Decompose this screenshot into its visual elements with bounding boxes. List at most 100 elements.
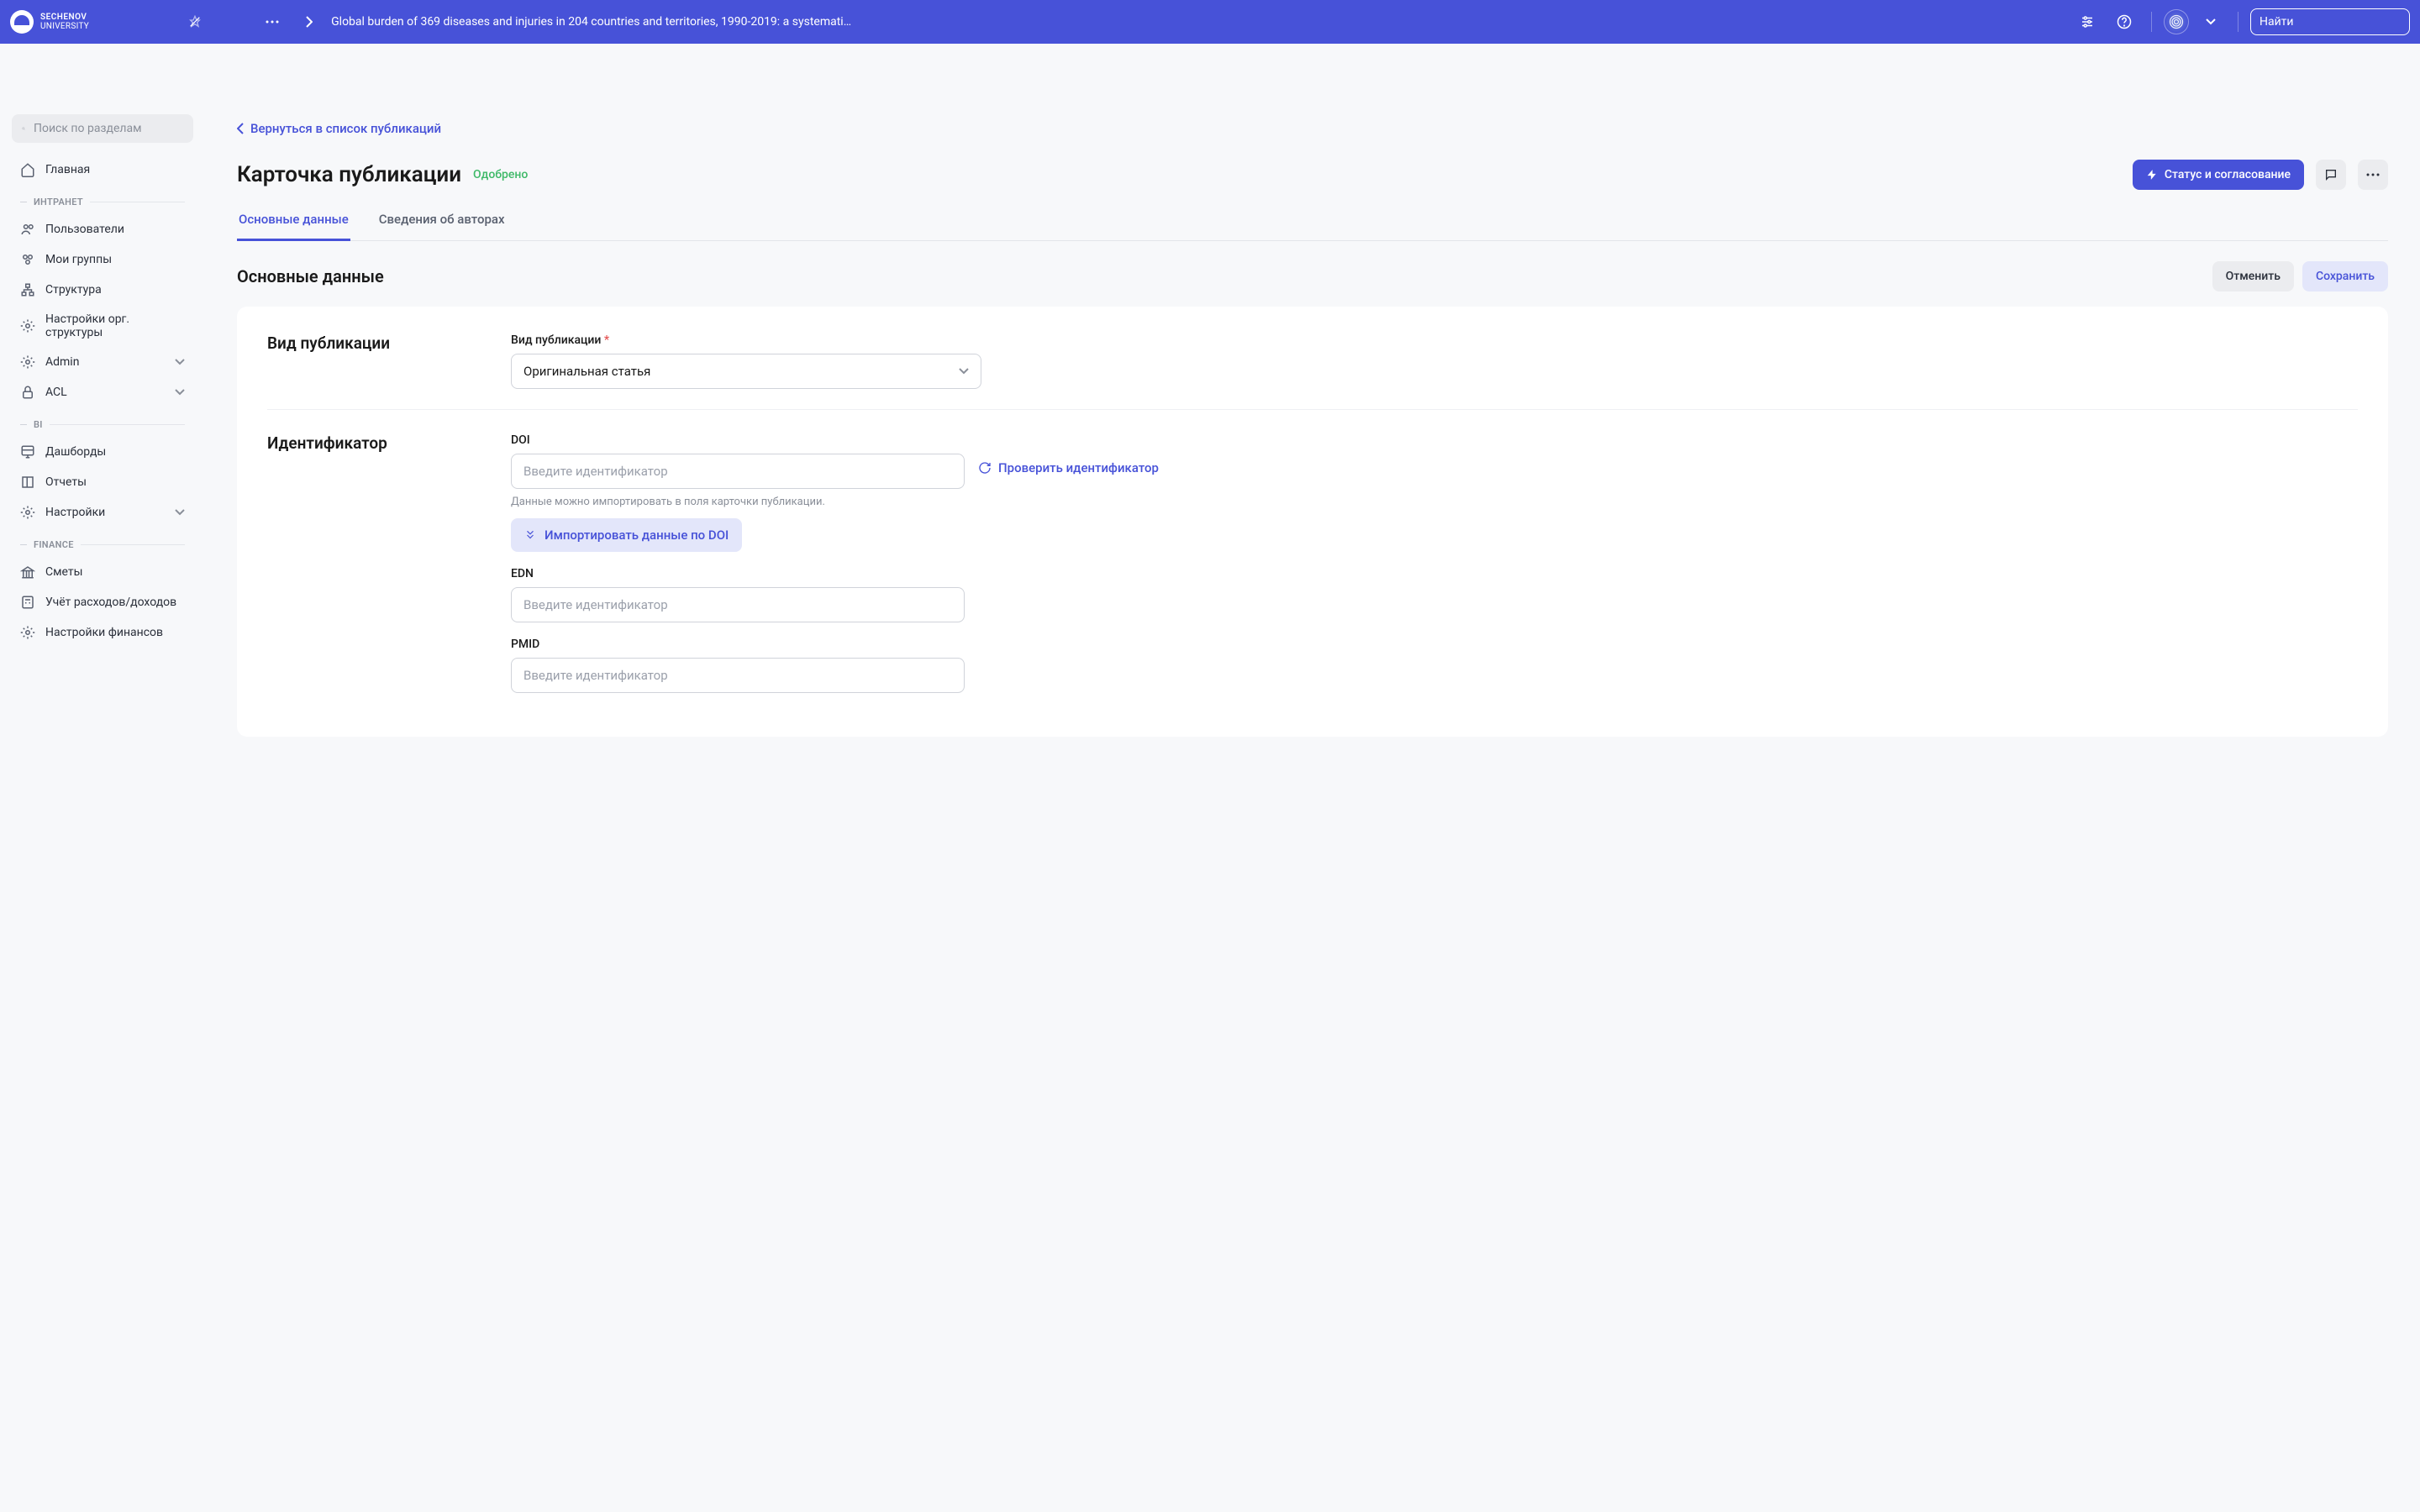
sidebar-item-reports[interactable]: Отчеты	[12, 467, 193, 497]
gear-icon	[20, 625, 35, 640]
main: Вернуться в список публикаций Карточка п…	[205, 102, 2420, 787]
section-header: Основные данные Отменить Сохранить	[237, 261, 2388, 291]
nav-label: Сметы	[45, 565, 82, 579]
edn-input[interactable]	[511, 587, 965, 622]
save-button[interactable]: Сохранить	[2302, 261, 2388, 291]
more-icon[interactable]	[257, 7, 287, 37]
import-doi-button[interactable]: Импортировать данные по DOI	[511, 518, 742, 552]
bolt-icon	[2146, 168, 2158, 181]
status-badge: Одобрено	[473, 168, 528, 181]
nav-label: Настройки	[45, 506, 105, 519]
field-label: Вид публикации *	[511, 333, 981, 347]
cancel-button[interactable]: Отменить	[2212, 261, 2294, 291]
bank-icon	[20, 564, 35, 580]
comment-icon	[2324, 168, 2338, 181]
pub-type-select[interactable]: Оригинальная статья	[511, 354, 981, 389]
sidebar: Главная ИНТРАНЕТ Пользователи Мои группы…	[0, 102, 205, 1512]
home-icon	[20, 162, 35, 177]
sidebar-item-bi-settings[interactable]: Настройки	[12, 497, 193, 528]
double-chevron-down-icon	[524, 529, 536, 541]
pmid-input[interactable]	[511, 658, 965, 693]
topbar-search-input[interactable]	[2260, 15, 2409, 29]
tab-authors[interactable]: Сведения об авторах	[377, 212, 507, 241]
back-link[interactable]: Вернуться в список публикаций	[237, 121, 441, 136]
nav-label: Настройки орг. структуры	[45, 312, 185, 339]
avatar[interactable]	[2164, 9, 2189, 34]
gear-icon	[20, 318, 35, 333]
nav-label: Пользователи	[45, 223, 124, 236]
search-icon	[22, 122, 25, 135]
nav-section-bi: BI	[12, 407, 193, 437]
topbar: SECHENOV UNIVERSITY Global burden of 369…	[0, 0, 2420, 44]
pin-icon[interactable]	[180, 7, 210, 37]
sidebar-item-acl[interactable]: ACL	[12, 377, 193, 407]
nav-label: Учёт расходов/доходов	[45, 596, 176, 609]
chevron-down-icon	[175, 509, 185, 516]
gear-icon	[20, 354, 35, 370]
help-icon[interactable]	[2109, 7, 2139, 37]
structure-icon	[20, 282, 35, 297]
topbar-search[interactable]	[2250, 8, 2410, 35]
refresh-icon	[978, 461, 992, 475]
sidebar-item-accounting[interactable]: Учёт расходов/доходов	[12, 587, 193, 617]
field-label: DOI	[511, 433, 965, 447]
tabs: Основные данные Сведения об авторах	[237, 212, 2388, 241]
lock-icon	[20, 385, 35, 400]
users-icon	[20, 222, 35, 237]
form-card: Вид публикации Вид публикации * Оригинал…	[237, 307, 2388, 737]
chevron-left-icon	[237, 123, 244, 134]
sidebar-item-finance-settings[interactable]: Настройки финансов	[12, 617, 193, 648]
sidebar-item-admin[interactable]: Admin	[12, 347, 193, 377]
more-icon	[2366, 173, 2380, 176]
gear-icon	[20, 505, 35, 520]
breadcrumb[interactable]: Global burden of 369 diseases and injuri…	[331, 15, 852, 29]
doi-input[interactable]	[511, 454, 965, 489]
sidebar-item-org-settings[interactable]: Настройки орг. структуры	[12, 305, 193, 347]
form-row-pub-type: Вид публикации Вид публикации * Оригинал…	[267, 330, 2358, 409]
more-button[interactable]	[2358, 160, 2388, 190]
field-label: EDN	[511, 567, 965, 580]
section-title: Основные данные	[237, 266, 384, 286]
nav-label: Главная	[45, 163, 90, 176]
group-label: Идентификатор	[267, 433, 477, 453]
nav-label: Мои группы	[45, 253, 112, 266]
groups-icon	[20, 252, 35, 267]
sidebar-search-input[interactable]	[34, 122, 183, 135]
sidebar-item-home[interactable]: Главная	[12, 155, 193, 185]
book-icon	[20, 475, 35, 490]
settings-icon[interactable]	[2072, 7, 2102, 37]
check-identifier-button[interactable]: Проверить идентификатор	[978, 452, 1159, 475]
chevron-down-icon	[959, 368, 969, 375]
status-button[interactable]: Статус и согласование	[2133, 160, 2304, 190]
sidebar-item-users[interactable]: Пользователи	[12, 214, 193, 244]
nav-label: Дашборды	[45, 445, 106, 459]
form-row-identifier: Идентификатор DOI Данные можно импортиро…	[267, 409, 2358, 713]
nav-section-finance: FINANCE	[12, 528, 193, 557]
nav-label: Настройки финансов	[45, 626, 163, 639]
sidebar-item-structure[interactable]: Структура	[12, 275, 193, 305]
sidebar-item-dashboards[interactable]: Дашборды	[12, 437, 193, 467]
group-label: Вид публикации	[267, 333, 477, 353]
nav-label: ACL	[45, 386, 67, 399]
sidebar-item-groups[interactable]: Мои группы	[12, 244, 193, 275]
field-help: Данные можно импортировать в поля карточ…	[511, 496, 965, 508]
logo-icon	[10, 10, 34, 34]
logo[interactable]: SECHENOV UNIVERSITY	[10, 10, 99, 34]
sidebar-item-budgets[interactable]: Сметы	[12, 557, 193, 587]
logo-text: SECHENOV UNIVERSITY	[40, 13, 89, 31]
sidebar-search[interactable]	[12, 114, 193, 143]
calc-icon	[20, 595, 35, 610]
tab-main-data[interactable]: Основные данные	[237, 212, 350, 241]
nav-label: Admin	[45, 355, 79, 369]
chevron-right-icon[interactable]	[294, 7, 324, 37]
comment-button[interactable]	[2316, 160, 2346, 190]
nav-label: Отчеты	[45, 475, 87, 489]
chevron-down-icon	[175, 359, 185, 365]
field-label: PMID	[511, 638, 965, 651]
nav-section-intranet: ИНТРАНЕТ	[12, 185, 193, 214]
page-title: Карточка публикации	[237, 162, 461, 187]
chevron-down-icon	[175, 389, 185, 396]
page-header: Карточка публикации Одобрено Статус и со…	[237, 160, 2388, 190]
dashboard-icon	[20, 444, 35, 459]
chevron-down-icon[interactable]	[2196, 7, 2226, 37]
